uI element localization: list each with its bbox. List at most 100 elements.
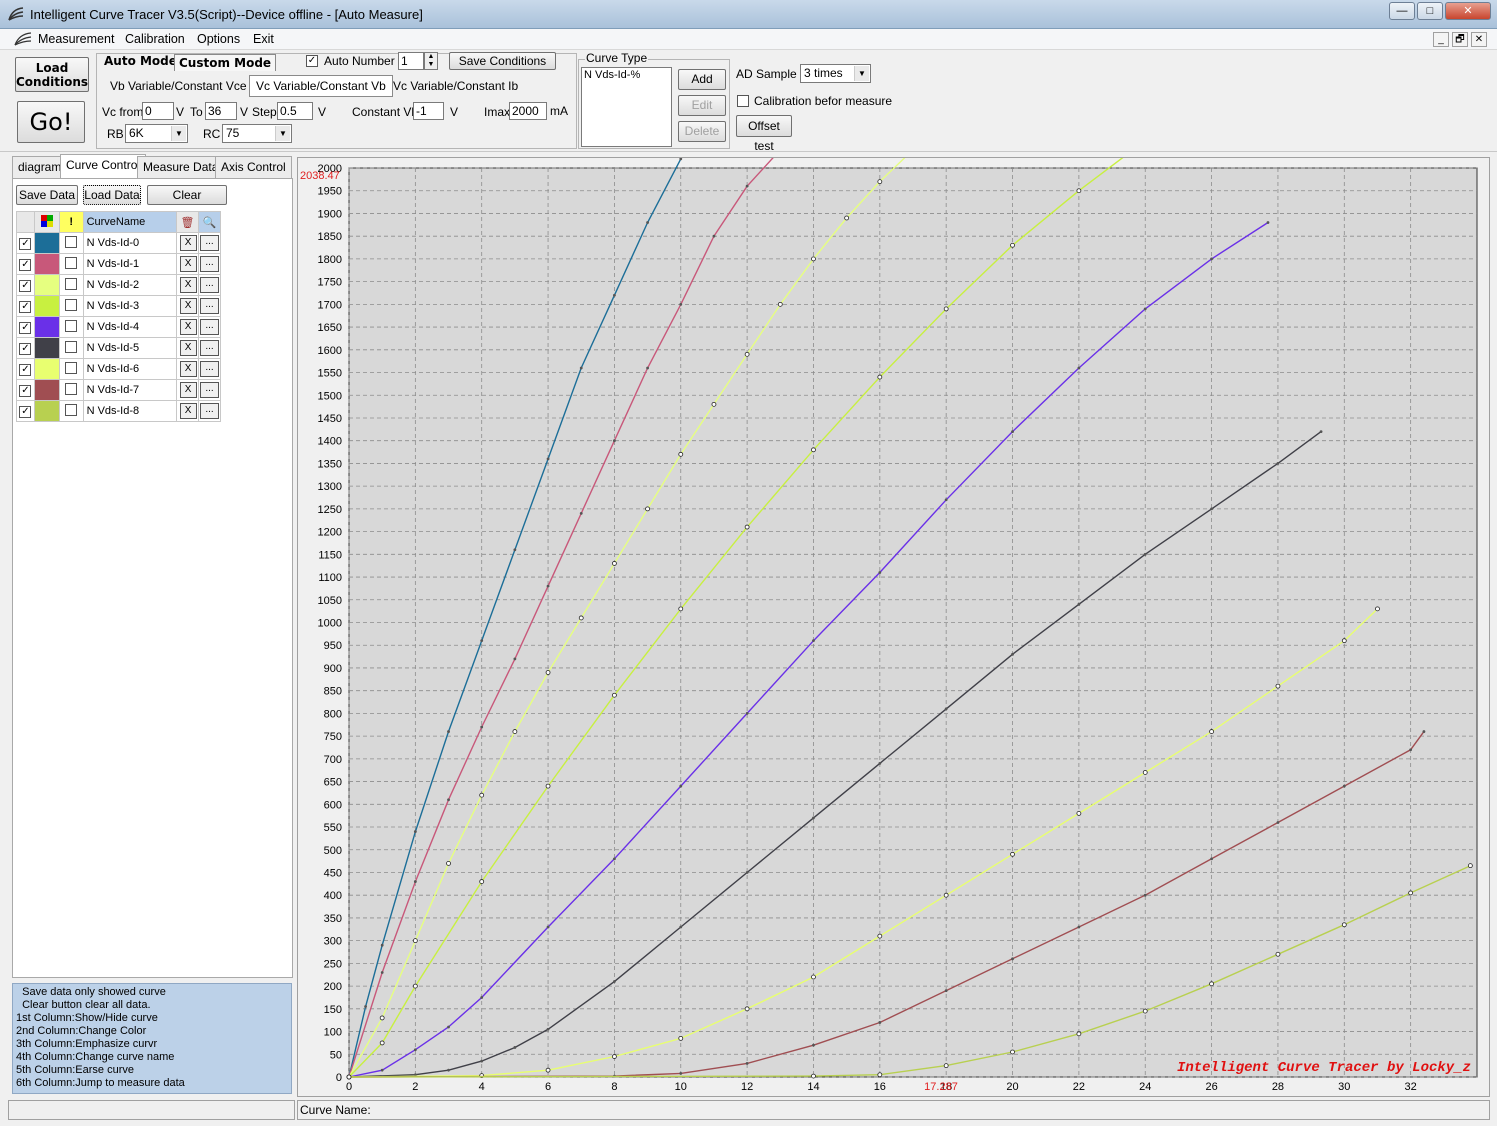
menu-measurement[interactable]: Measurement xyxy=(38,32,114,46)
tab-measure-data[interactable]: Measure Data xyxy=(137,156,225,178)
add-curve-type-button[interactable]: Add xyxy=(678,69,726,90)
jump-to-data-button[interactable]: ... xyxy=(200,382,219,398)
curve-show-checkbox[interactable]: ✓ xyxy=(19,321,32,334)
edit-curve-type-button[interactable]: Edit xyxy=(678,95,726,116)
erase-curve-button[interactable]: X xyxy=(179,382,197,398)
load-data-button[interactable]: Load Data xyxy=(83,185,141,205)
jump-to-data-button[interactable]: ... xyxy=(200,361,219,377)
step-input[interactable]: 0.5 xyxy=(277,102,313,120)
jump-to-data-button[interactable]: ... xyxy=(200,340,219,356)
rb-select[interactable]: 6K ▼ xyxy=(125,124,188,143)
jump-to-data-button[interactable]: ... xyxy=(200,403,219,419)
ad-sample-select[interactable]: 3 times ▼ xyxy=(800,64,871,83)
curve-color-swatch[interactable] xyxy=(33,379,60,401)
tab-vc-variable-ib[interactable]: Vc Variable/Constant Ib xyxy=(386,75,525,97)
curve-show-checkbox[interactable]: ✓ xyxy=(19,237,32,250)
curve-name[interactable]: N Vds-Id-4 xyxy=(82,316,178,338)
curve-color-swatch[interactable] xyxy=(33,274,60,296)
curve-emphasize-checkbox[interactable] xyxy=(65,382,78,395)
curve-show-checkbox[interactable]: ✓ xyxy=(19,342,32,355)
curve-name[interactable]: N Vds-Id-2 xyxy=(82,274,178,296)
curve-name[interactable]: N Vds-Id-6 xyxy=(82,358,178,380)
tab-vc-variable-vb[interactable]: Vc Variable/Constant Vb xyxy=(249,75,393,97)
curve-name[interactable]: N Vds-Id-8 xyxy=(82,400,178,422)
tab-auto-mode[interactable]: Auto Mode xyxy=(104,54,177,68)
close-button[interactable]: ✕ xyxy=(1445,2,1491,20)
curve-emphasize-checkbox[interactable] xyxy=(65,340,78,353)
erase-curve-button[interactable]: X xyxy=(179,361,197,377)
to-input[interactable]: 36 xyxy=(205,102,237,120)
erase-curve-button[interactable]: X xyxy=(179,277,197,293)
menu-options[interactable]: Options xyxy=(197,32,240,46)
curve-show-checkbox[interactable]: ✓ xyxy=(19,300,32,313)
erase-curve-button[interactable]: X xyxy=(179,298,197,314)
curve-name[interactable]: N Vds-Id-1 xyxy=(82,253,178,275)
curve-name[interactable]: N Vds-Id-7 xyxy=(82,379,178,401)
auto-number-input[interactable]: 1 xyxy=(398,52,424,70)
series-point-8 xyxy=(1209,981,1214,987)
vc-from-input[interactable]: 0 xyxy=(142,102,174,120)
tab-custom-mode[interactable]: Custom Mode xyxy=(174,54,277,71)
curve-color-swatch[interactable] xyxy=(33,358,60,380)
erase-curve-button[interactable]: X xyxy=(179,256,197,272)
offset-test-button[interactable]: Offset test xyxy=(736,115,792,153)
curve-type-list[interactable]: N Vds-Id-% xyxy=(581,67,672,147)
jump-to-data-button[interactable]: ... xyxy=(200,298,219,314)
go-button[interactable]: Go! xyxy=(17,101,85,143)
curve-show-checkbox[interactable]: ✓ xyxy=(19,279,32,292)
jump-to-data-button[interactable]: ... xyxy=(200,235,219,251)
curve-name[interactable]: N Vds-Id-0 xyxy=(82,232,178,254)
calibration-checkbox[interactable] xyxy=(737,95,749,107)
curve-show-checkbox[interactable]: ✓ xyxy=(19,405,32,418)
jump-to-data-button[interactable]: ... xyxy=(200,277,219,293)
imax-input[interactable]: 2000 xyxy=(509,102,547,120)
curve-color-swatch[interactable] xyxy=(33,337,60,359)
series-point-2 xyxy=(877,179,883,185)
erase-curve-button[interactable]: X xyxy=(179,403,197,419)
constant-vb-input[interactable]: -1 xyxy=(413,102,444,120)
iv-curve-chart[interactable]: 0 2 4 6 8 10 12 14 16 18 20 22 24 26 28 30 3205010015020… xyxy=(298,138,1489,1096)
load-conditions-button[interactable]: Load Conditions xyxy=(15,57,89,92)
jump-to-data-button[interactable]: ... xyxy=(200,256,219,272)
menu-exit[interactable]: Exit xyxy=(253,32,274,46)
save-conditions-button[interactable]: Save Conditions xyxy=(449,52,556,70)
mdi-close-button[interactable]: ✕ xyxy=(1471,32,1487,47)
curve-show-checkbox[interactable]: ✓ xyxy=(19,363,32,376)
tab-vb-variable[interactable]: Vb Variable/Constant Vce xyxy=(103,75,254,97)
curve-emphasize-checkbox[interactable] xyxy=(65,319,78,332)
curve-show-checkbox[interactable]: ✓ xyxy=(19,384,32,397)
curve-emphasize-checkbox[interactable] xyxy=(65,235,78,248)
curve-color-swatch[interactable] xyxy=(33,316,60,338)
tab-axis-control[interactable]: Axis Control xyxy=(215,156,292,178)
curve-emphasize-checkbox[interactable] xyxy=(65,298,78,311)
curve-color-swatch[interactable] xyxy=(33,295,60,317)
tab-curve-control[interactable]: Curve Control xyxy=(60,154,147,178)
erase-curve-button[interactable]: X xyxy=(179,235,197,251)
curve-name[interactable]: N Vds-Id-5 xyxy=(82,337,178,359)
maximize-button[interactable]: □ xyxy=(1417,2,1443,20)
curve-type-item[interactable]: N Vds-Id-% xyxy=(584,69,669,81)
save-data-button[interactable]: Save Data xyxy=(16,185,78,205)
mdi-restore-button[interactable]: 🗗 xyxy=(1452,32,1468,47)
curve-color-swatch[interactable] xyxy=(33,232,60,254)
curve-color-swatch[interactable] xyxy=(33,253,60,275)
delete-curve-type-button[interactable]: Delete xyxy=(678,121,726,142)
curve-emphasize-checkbox[interactable] xyxy=(65,403,78,416)
curve-emphasize-checkbox[interactable] xyxy=(65,256,78,269)
auto-number-checkbox[interactable]: ✓ xyxy=(306,55,318,67)
minimize-button[interactable]: — xyxy=(1389,2,1415,20)
mdi-minimize-button[interactable]: _ xyxy=(1433,32,1449,47)
help-line: Clear button clear all data. xyxy=(16,999,151,1011)
curve-show-checkbox[interactable]: ✓ xyxy=(19,258,32,271)
menu-calibration[interactable]: Calibration xyxy=(125,32,185,46)
erase-curve-button[interactable]: X xyxy=(179,319,197,335)
auto-number-spinner[interactable]: ▲ ▼ xyxy=(424,52,438,70)
clear-button[interactable]: Clear xyxy=(147,185,227,205)
erase-curve-button[interactable]: X xyxy=(179,340,197,356)
curve-emphasize-checkbox[interactable] xyxy=(65,361,78,374)
curve-emphasize-checkbox[interactable] xyxy=(65,277,78,290)
jump-to-data-button[interactable]: ... xyxy=(200,319,219,335)
curve-name[interactable]: N Vds-Id-3 xyxy=(82,295,178,317)
curve-color-swatch[interactable] xyxy=(33,400,60,422)
rc-select[interactable]: 75 ▼ xyxy=(222,124,292,143)
